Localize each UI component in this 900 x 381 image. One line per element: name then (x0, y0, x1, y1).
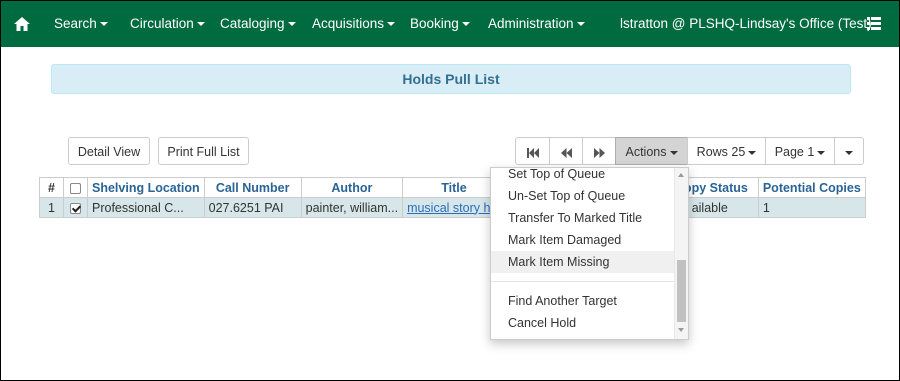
nav-booking[interactable]: Booking (410, 1, 470, 47)
column-header-author[interactable]: Author (300, 177, 404, 198)
list-icon[interactable] (867, 17, 881, 30)
caret-down-icon (387, 22, 396, 27)
caret-down-icon (669, 150, 678, 155)
nav-cataloging[interactable]: Cataloging (220, 1, 296, 47)
first-page-button[interactable] (515, 137, 550, 165)
rows-button[interactable]: Rows 25 (687, 137, 766, 165)
menu-item-set-top-of-queue[interactable]: Set Top of Queue (491, 168, 674, 185)
call-number-cell: 027.6251 PAI (203, 197, 302, 218)
actions-button[interactable]: Actions (615, 137, 688, 165)
menu-item-mark-item-damaged[interactable]: Mark Item Damaged (491, 229, 674, 251)
previous-page-button[interactable] (549, 137, 583, 165)
caret-down-icon (845, 150, 853, 155)
select-all-checkbox[interactable] (70, 182, 81, 194)
forward-icon (593, 147, 605, 158)
column-header-call-number[interactable]: Call Number (203, 177, 302, 198)
caret-down-icon (461, 22, 470, 27)
table-row[interactable]: 1 Professional C... 027.6251 PAI painter… (39, 197, 866, 218)
nav-user[interactable]: lstratton @ PLSHQ-Lindsay's Office (Test… (620, 1, 872, 47)
menu-divider (491, 281, 674, 282)
select-all-cell[interactable] (63, 177, 88, 198)
table-header-row: # Shelving Location Call Number Author T… (39, 177, 866, 198)
menu-item-mark-item-missing[interactable]: Mark Item Missing (491, 251, 674, 273)
menu-item-find-another-target[interactable]: Find Another Target (491, 290, 674, 312)
menu-scrollbar[interactable] (674, 168, 688, 339)
next-page-button[interactable] (582, 137, 616, 165)
column-header-potential-copies[interactable]: Potential Copies (757, 177, 866, 198)
menu-item-cancel-hold[interactable]: Cancel Hold (491, 312, 674, 334)
potential-copies-cell: 1 (757, 197, 866, 218)
column-header-shelving-location[interactable]: Shelving Location (87, 177, 205, 198)
page-title: Holds Pull List (51, 64, 851, 94)
scroll-down-arrow-icon[interactable] (678, 328, 684, 332)
home-icon[interactable] (13, 15, 31, 33)
author-cell: painter, william... (300, 197, 404, 218)
row-checkbox-cell[interactable] (63, 197, 88, 218)
title-link[interactable]: musical story h... (407, 201, 501, 215)
detail-view-button[interactable]: Detail View (68, 137, 150, 165)
nav-administration[interactable]: Administration (488, 1, 585, 47)
app-window: Search Circulation Cataloging Acquisitio… (0, 0, 900, 381)
backward-icon (560, 147, 572, 158)
print-full-list-button[interactable]: Print Full List (158, 137, 249, 165)
top-navbar: Search Circulation Cataloging Acquisitio… (1, 1, 899, 47)
caret-down-icon (99, 22, 108, 27)
scroll-up-arrow-icon[interactable] (678, 173, 684, 177)
caret-down-icon (748, 150, 757, 155)
caret-down-icon (196, 22, 205, 27)
row-number: 1 (39, 197, 64, 218)
column-header-number[interactable]: # (39, 177, 64, 198)
shelving-location-cell: Professional C... (87, 197, 205, 218)
nav-search[interactable]: Search (54, 1, 108, 47)
more-options-button[interactable] (834, 137, 864, 165)
row-checkbox[interactable] (70, 202, 81, 214)
actions-dropdown-menu: Set Top of Queue Un-Set Top of Queue Tra… (490, 167, 689, 340)
caret-down-icon (817, 150, 826, 155)
caret-down-icon (576, 22, 585, 27)
holds-table: # Shelving Location Call Number Author T… (39, 177, 866, 218)
first-page-icon (526, 147, 539, 158)
page-button[interactable]: Page 1 (765, 137, 835, 165)
menu-item-unset-top-of-queue[interactable]: Un-Set Top of Queue (491, 185, 674, 207)
nav-acquisitions[interactable]: Acquisitions (312, 1, 396, 47)
menu-item-transfer-to-marked-title[interactable]: Transfer To Marked Title (491, 207, 674, 229)
nav-circulation[interactable]: Circulation (130, 1, 205, 47)
scrollbar-thumb[interactable] (677, 260, 686, 322)
caret-down-icon (287, 22, 296, 27)
